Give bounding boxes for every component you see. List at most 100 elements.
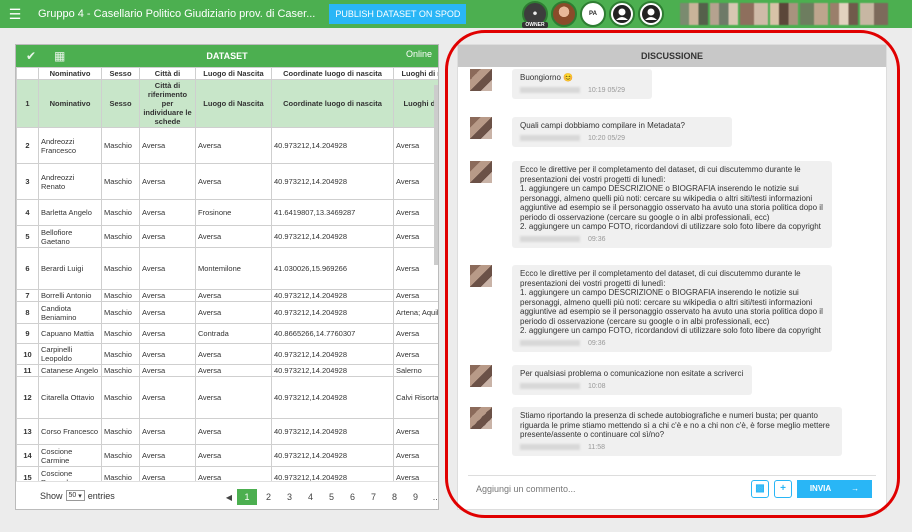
table-cell[interactable]: Salerno bbox=[393, 364, 438, 377]
table-cell[interactable]: Aversa bbox=[139, 376, 196, 419]
table-cell[interactable]: Maschio bbox=[101, 376, 140, 419]
table-cell[interactable]: Frosinone bbox=[195, 199, 272, 226]
table-cell[interactable]: Aversa bbox=[393, 289, 438, 302]
table-cell[interactable]: Aversa bbox=[139, 225, 196, 248]
table-cell[interactable]: Citarella Ottavio bbox=[38, 376, 102, 419]
table-cell[interactable]: Aversa bbox=[195, 301, 272, 324]
table-cell[interactable]: Coordinate luogo di nascita bbox=[271, 79, 394, 128]
dataset-grid[interactable]: Nominativo Sesso Città di Luogo di Nascita C… bbox=[16, 67, 438, 483]
table-cell[interactable]: Aversa bbox=[393, 343, 438, 365]
table-cell[interactable]: 40.973212,14.204928 bbox=[271, 444, 394, 467]
table-cell[interactable]: Maschio bbox=[101, 163, 140, 200]
avatar[interactable] bbox=[800, 3, 828, 25]
table-cell[interactable]: Aversa bbox=[393, 127, 438, 164]
table-cell[interactable]: 40.973212,14.204928 bbox=[271, 289, 394, 302]
menu-icon[interactable]: ☰ bbox=[0, 6, 30, 23]
table-cell[interactable]: Aversa bbox=[195, 364, 272, 377]
page-link[interactable]: 8 bbox=[384, 492, 405, 502]
table-cell[interactable]: Maschio bbox=[101, 418, 140, 445]
page-link[interactable]: 5 bbox=[321, 492, 342, 502]
chart-icon[interactable]: ▩ bbox=[751, 479, 769, 498]
table-cell[interactable]: Aversa bbox=[139, 444, 196, 467]
table-cell[interactable]: Maschio bbox=[101, 127, 140, 164]
page-link[interactable]: 2 bbox=[258, 492, 279, 502]
comment-input[interactable]: Aggiungi un commento... bbox=[476, 484, 751, 494]
vertical-scrollbar[interactable] bbox=[434, 85, 438, 265]
user-avatar[interactable] bbox=[551, 1, 577, 27]
column-header[interactable]: Città di bbox=[139, 67, 196, 80]
table-cell[interactable]: Contrada bbox=[195, 323, 272, 344]
table-cell[interactable]: Andreozzi Renato bbox=[38, 163, 102, 200]
avatar[interactable] bbox=[470, 117, 492, 139]
table-cell[interactable]: Borrelli Antonio bbox=[38, 289, 102, 302]
table-cell[interactable]: Andreozzi Francesco bbox=[38, 127, 102, 164]
page-link[interactable]: 6 bbox=[342, 492, 363, 502]
table-cell[interactable]: Aversa bbox=[393, 247, 438, 290]
table-cell[interactable]: Aversa bbox=[139, 364, 196, 377]
table-cell[interactable]: Berardi Luigi bbox=[38, 247, 102, 290]
add-icon[interactable]: + bbox=[774, 479, 792, 498]
prev-page-icon[interactable]: ◀ bbox=[221, 493, 237, 502]
page-link[interactable]: 9 bbox=[405, 492, 426, 502]
table-cell[interactable]: Coscione Carmine bbox=[38, 444, 102, 467]
table-cell[interactable]: Aversa bbox=[139, 289, 196, 302]
column-header[interactable]: Luoghi di res bbox=[393, 67, 438, 80]
table-cell[interactable]: Aversa bbox=[393, 225, 438, 248]
table-cell[interactable]: Aversa bbox=[139, 301, 196, 324]
table-cell[interactable]: 40.973212,14.204928 bbox=[271, 163, 394, 200]
table-cell[interactable]: Montemilone bbox=[195, 247, 272, 290]
table-cell[interactable]: Nominativo bbox=[38, 79, 102, 128]
table-cell[interactable]: Aversa bbox=[393, 418, 438, 445]
avatar[interactable] bbox=[770, 3, 798, 25]
table-cell[interactable]: Aversa bbox=[393, 163, 438, 200]
table-cell[interactable]: Maschio bbox=[101, 301, 140, 324]
avatar[interactable] bbox=[710, 3, 738, 25]
publish-dataset-button[interactable]: PUBLISH DATASET ON SPOD bbox=[329, 4, 467, 24]
avatar[interactable] bbox=[470, 161, 492, 183]
avatar[interactable] bbox=[740, 3, 768, 25]
table-cell[interactable]: Aversa bbox=[139, 418, 196, 445]
avatar[interactable] bbox=[680, 3, 708, 25]
table-cell[interactable]: Maschio bbox=[101, 225, 140, 248]
table-cell[interactable]: 40.8665266,14.7760307 bbox=[271, 323, 394, 344]
user-icon[interactable] bbox=[609, 1, 635, 27]
page-link[interactable]: ... bbox=[426, 492, 438, 502]
table-cell[interactable]: 40.973212,14.204928 bbox=[271, 343, 394, 365]
page-link[interactable]: 3 bbox=[279, 492, 300, 502]
table-cell[interactable]: Aversa bbox=[195, 127, 272, 164]
column-header[interactable]: Sesso bbox=[101, 67, 140, 80]
avatar[interactable] bbox=[830, 3, 858, 25]
user-icon[interactable] bbox=[638, 1, 664, 27]
table-cell[interactable]: Luoghi di re bbox=[393, 79, 438, 128]
table-cell[interactable]: Maschio bbox=[101, 343, 140, 365]
table-cell[interactable]: Maschio bbox=[101, 199, 140, 226]
table-cell[interactable]: Maschio bbox=[101, 247, 140, 290]
table-cell[interactable]: Aversa bbox=[195, 343, 272, 365]
table-cell[interactable]: Aversa bbox=[139, 343, 196, 365]
table-cell[interactable]: Aversa bbox=[393, 199, 438, 226]
table-cell[interactable]: Aversa bbox=[139, 323, 196, 344]
table-cell[interactable]: Barletta Angelo bbox=[38, 199, 102, 226]
table-cell[interactable]: Maschio bbox=[101, 289, 140, 302]
table-cell[interactable]: Aversa bbox=[139, 127, 196, 164]
table-cell[interactable]: Sesso bbox=[101, 79, 140, 128]
table-cell[interactable]: Aversa bbox=[393, 444, 438, 467]
table-cell[interactable]: Corso Francesco bbox=[38, 418, 102, 445]
entries-select[interactable]: 50 ▾ bbox=[65, 490, 85, 501]
table-cell[interactable]: 40.973212,14.204928 bbox=[271, 127, 394, 164]
table-cell[interactable]: Città di riferimento per individuare le … bbox=[139, 79, 196, 128]
avatar[interactable] bbox=[470, 365, 492, 387]
table-cell[interactable]: Aversa bbox=[139, 247, 196, 290]
table-cell[interactable]: Aversa bbox=[195, 418, 272, 445]
table-cell[interactable]: 40.973212,14.204928 bbox=[271, 364, 394, 377]
table-cell[interactable]: 41.030026,15.969266 bbox=[271, 247, 394, 290]
table-cell[interactable]: Capuano Mattia bbox=[38, 323, 102, 344]
avatar[interactable] bbox=[470, 407, 492, 429]
table-cell[interactable]: 41.6419807,13.3469287 bbox=[271, 199, 394, 226]
table-cell[interactable]: Candiota Beniamino bbox=[38, 301, 102, 324]
owner-avatar[interactable]: ☻ OWNER bbox=[522, 1, 548, 28]
table-cell[interactable]: Luogo di Nascita bbox=[195, 79, 272, 128]
table-cell[interactable]: Aversa bbox=[139, 163, 196, 200]
column-header[interactable]: Nominativo bbox=[38, 67, 102, 80]
table-cell[interactable]: 40.973212,14.204928 bbox=[271, 301, 394, 324]
